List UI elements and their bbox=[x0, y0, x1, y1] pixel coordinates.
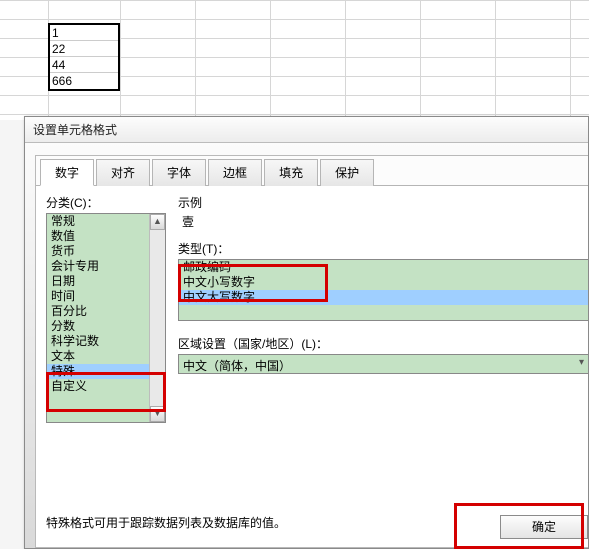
locale-value: 中文（简体，中国） bbox=[183, 359, 291, 373]
locale-label: 区域设置（国家/地区）(L)： bbox=[178, 335, 588, 352]
tab-字体[interactable]: 字体 bbox=[152, 159, 206, 186]
category-item[interactable]: 时间 bbox=[47, 289, 149, 304]
dialog-title: 设置单元格格式 bbox=[25, 117, 588, 143]
dialog-button-bar: 确定 bbox=[500, 515, 588, 539]
category-item[interactable]: 特殊 bbox=[47, 364, 149, 379]
category-item[interactable]: 常规 bbox=[47, 214, 149, 229]
cell[interactable]: 22 bbox=[50, 41, 118, 57]
category-item[interactable]: 货币 bbox=[47, 244, 149, 259]
category-item[interactable]: 数值 bbox=[47, 229, 149, 244]
format-detail-column: 示例 壹 类型(T)： 邮政编码中文小写数字中文大写数字 区域设置（国家/地区）… bbox=[178, 194, 588, 374]
number-panel: 分类(C)： 常规数值货币会计专用日期时间百分比分数科学记数文本特殊自定义 ▲ … bbox=[36, 186, 588, 546]
sample-value: 壹 bbox=[182, 213, 588, 230]
category-item[interactable]: 百分比 bbox=[47, 304, 149, 319]
type-listbox[interactable]: 邮政编码中文小写数字中文大写数字 bbox=[178, 259, 588, 321]
cell[interactable]: 1 bbox=[50, 25, 118, 41]
category-label: 分类(C)： bbox=[46, 194, 166, 211]
scroll-up-icon[interactable]: ▲ bbox=[150, 214, 165, 230]
dialog-tabs: 数字对齐字体边框填充保护 bbox=[36, 156, 588, 186]
tab-保护[interactable]: 保护 bbox=[320, 159, 374, 186]
category-item[interactable]: 分数 bbox=[47, 319, 149, 334]
tab-填充[interactable]: 填充 bbox=[264, 159, 318, 186]
category-listbox[interactable]: 常规数值货币会计专用日期时间百分比分数科学记数文本特殊自定义 ▲ ▼ bbox=[46, 213, 166, 423]
format-cells-dialog: 设置单元格格式 数字对齐字体边框填充保护 分类(C)： 常规数值货币会计专用日期… bbox=[24, 116, 589, 549]
type-label: 类型(T)： bbox=[178, 240, 588, 257]
type-item[interactable]: 邮政编码 bbox=[179, 260, 588, 275]
type-item[interactable]: 中文大写数字 bbox=[179, 290, 588, 305]
scroll-down-icon[interactable]: ▼ bbox=[150, 406, 165, 422]
category-column: 分类(C)： 常规数值货币会计专用日期时间百分比分数科学记数文本特殊自定义 ▲ … bbox=[46, 194, 166, 423]
sample-label: 示例 bbox=[178, 194, 588, 211]
category-item[interactable]: 科学记数 bbox=[47, 334, 149, 349]
selected-cells-range[interactable]: 1 22 44 666 bbox=[48, 23, 120, 91]
category-item[interactable]: 会计专用 bbox=[47, 259, 149, 274]
tab-边框[interactable]: 边框 bbox=[208, 159, 262, 186]
format-description: 特殊格式可用于跟踪数据列表及数据库的值。 bbox=[46, 514, 578, 531]
dialog-body: 数字对齐字体边框填充保护 分类(C)： 常规数值货币会计专用日期时间百分比分数科… bbox=[35, 155, 588, 548]
cell[interactable]: 44 bbox=[50, 57, 118, 73]
locale-dropdown[interactable]: 中文（简体，中国） bbox=[178, 354, 588, 374]
ok-button[interactable]: 确定 bbox=[500, 515, 588, 539]
category-item[interactable]: 自定义 bbox=[47, 379, 149, 394]
category-item[interactable]: 文本 bbox=[47, 349, 149, 364]
tab-对齐[interactable]: 对齐 bbox=[96, 159, 150, 186]
cell[interactable]: 666 bbox=[50, 73, 118, 89]
type-item[interactable]: 中文小写数字 bbox=[179, 275, 588, 290]
category-item[interactable]: 日期 bbox=[47, 274, 149, 289]
scrollbar[interactable]: ▲ ▼ bbox=[149, 214, 165, 422]
tab-数字[interactable]: 数字 bbox=[40, 159, 94, 186]
